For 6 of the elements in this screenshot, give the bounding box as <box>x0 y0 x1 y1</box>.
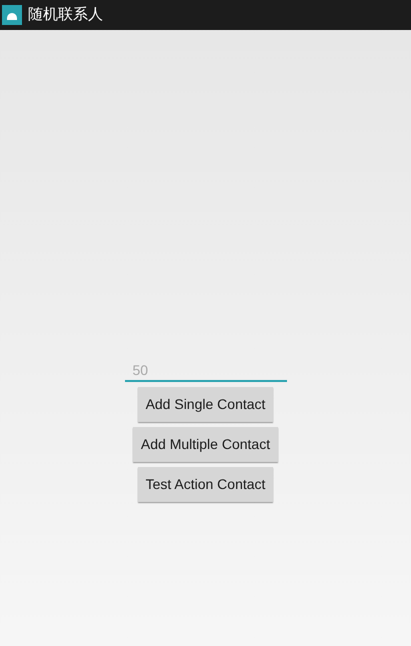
action-button[interactable]: Add Multiple Contact <box>132 427 278 462</box>
count-field[interactable]: 50 <box>124 360 286 382</box>
app-icon <box>2 5 22 25</box>
action-button[interactable]: Test Action Contact <box>138 467 274 502</box>
action-button[interactable]: Add Single Contact <box>138 387 274 422</box>
window-title: 随机联系人 <box>28 4 103 25</box>
